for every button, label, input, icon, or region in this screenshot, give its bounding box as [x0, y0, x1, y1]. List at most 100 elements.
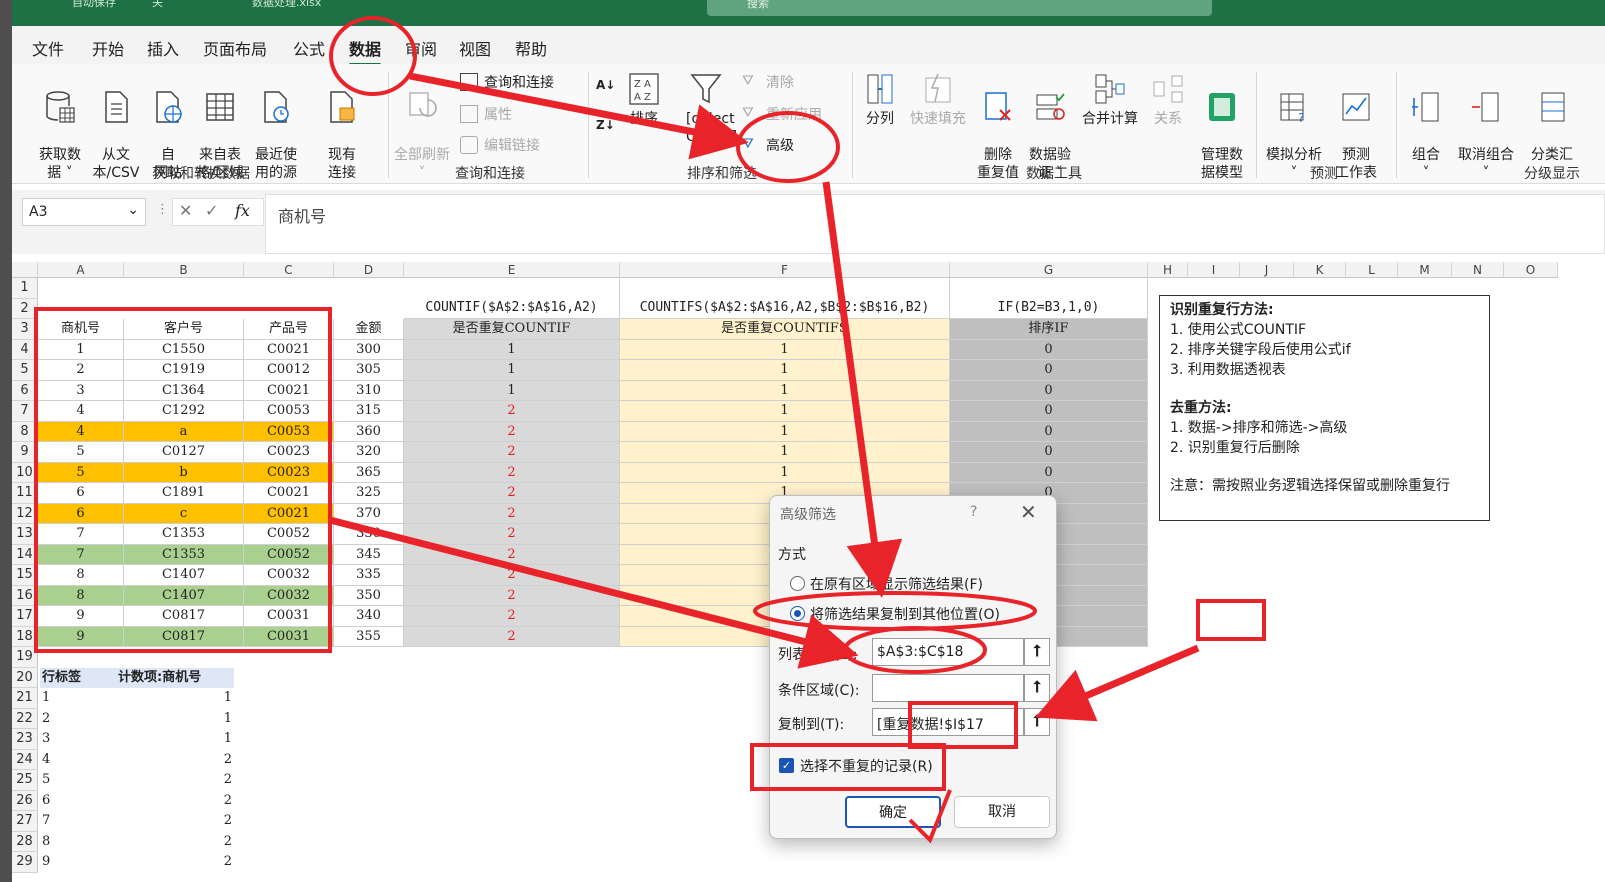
column-header[interactable]: N — [1452, 262, 1504, 278]
table-cell[interactable]: 6 — [38, 483, 124, 504]
table-cell[interactable]: C0031 — [244, 626, 334, 647]
tab-help[interactable]: 帮助 — [515, 36, 547, 60]
column-header[interactable]: C — [244, 262, 334, 278]
table-cell[interactable]: 300 — [334, 339, 404, 360]
row-header[interactable]: 21 — [12, 688, 38, 709]
row-header[interactable]: 5 — [12, 360, 38, 381]
row-header[interactable]: 24 — [12, 749, 38, 770]
table-cell[interactable]: 360 — [334, 421, 404, 442]
row-header[interactable]: 16 — [12, 585, 38, 606]
chevron-down-icon[interactable]: ⌄ — [127, 202, 139, 218]
table-cell[interactable]: 3 — [38, 380, 124, 401]
table-cell[interactable]: 2 — [404, 483, 620, 504]
copy-to-input[interactable]: [重复数据!$I$17 — [872, 708, 1024, 736]
clear-button[interactable]: ⛛ 清除 — [742, 72, 794, 92]
table-cell[interactable]: 2 — [404, 401, 620, 422]
pivot-row-value[interactable]: 1 — [118, 688, 232, 709]
table-cell[interactable]: 325 — [334, 483, 404, 504]
formula-input[interactable]: 商机号 — [265, 194, 1605, 254]
table-cell[interactable]: 9 — [38, 626, 124, 647]
pivot-row-key[interactable]: 8 — [42, 832, 122, 853]
table-cell[interactable]: 1 — [404, 360, 620, 381]
column-header[interactable]: J — [1240, 262, 1294, 278]
table-cell[interactable]: C1364 — [124, 380, 244, 401]
row-header[interactable]: 22 — [12, 708, 38, 729]
table-cell[interactable]: 2 — [404, 626, 620, 647]
cancel-button[interactable]: 取消 — [954, 796, 1050, 828]
row-header[interactable]: 3 — [12, 319, 38, 340]
table-cell[interactable]: C0032 — [244, 565, 334, 586]
table-cell[interactable]: 335 — [334, 565, 404, 586]
tab-file[interactable]: 文件 — [32, 36, 64, 60]
table-cell[interactable]: 0 — [950, 442, 1148, 463]
sort-button[interactable]: Z A A Z 排序 — [626, 72, 662, 128]
radio-copy-to[interactable] — [790, 606, 805, 621]
table-cell[interactable]: 350 — [334, 585, 404, 606]
tab-review[interactable]: 审阅 — [405, 36, 437, 60]
row-header[interactable]: 7 — [12, 401, 38, 422]
text-to-columns-button[interactable]: 分列 — [858, 72, 902, 128]
header-cell[interactable]: 排序IF — [950, 319, 1148, 340]
close-icon[interactable]: ✕ — [1020, 500, 1037, 524]
table-cell[interactable]: 1 — [620, 421, 950, 442]
row-header[interactable]: 26 — [12, 790, 38, 811]
header-cell[interactable]: 金额 — [334, 319, 404, 340]
select-all-corner[interactable] — [12, 262, 38, 278]
table-cell[interactable]: 345 — [334, 544, 404, 565]
table-cell[interactable]: 8 — [38, 585, 124, 606]
row-header[interactable]: 4 — [12, 339, 38, 360]
radio-in-place-label[interactable]: 在原有区域显示筛选结果(F) — [810, 574, 983, 594]
table-cell[interactable]: 7 — [38, 544, 124, 565]
tab-formulas[interactable]: 公式 — [293, 36, 325, 60]
advanced-filter-button[interactable]: ⛛ 高级 — [742, 135, 794, 155]
table-cell[interactable]: 1 — [404, 380, 620, 401]
table-cell[interactable]: 7 — [38, 524, 124, 545]
table-cell[interactable]: 320 — [334, 442, 404, 463]
pivot-row-key[interactable]: 3 — [42, 729, 122, 750]
pivot-row-value[interactable]: 2 — [118, 811, 232, 832]
formula-header-g[interactable]: IF(B2=B3,1,0) — [950, 278, 1148, 319]
column-header[interactable]: K — [1294, 262, 1346, 278]
table-cell[interactable]: 1 — [620, 401, 950, 422]
table-cell[interactable]: 2 — [404, 544, 620, 565]
row-header[interactable]: 23 — [12, 729, 38, 750]
table-cell[interactable]: 4 — [38, 401, 124, 422]
column-header[interactable]: I — [1188, 262, 1240, 278]
table-cell[interactable]: C1891 — [124, 483, 244, 504]
table-cell[interactable]: 0 — [950, 401, 1148, 422]
row-header[interactable]: 8 — [12, 421, 38, 442]
pivot-row-value[interactable]: 2 — [118, 750, 232, 771]
row-header[interactable]: 12 — [12, 503, 38, 524]
table-cell[interactable]: C1407 — [124, 585, 244, 606]
pivot-row-key[interactable]: 4 — [42, 750, 122, 771]
table-cell[interactable]: c — [124, 503, 244, 524]
pivot-count-label[interactable]: 计数项:商机号 — [118, 667, 234, 688]
column-header[interactable]: E — [404, 262, 620, 278]
table-cell[interactable]: 1 — [620, 442, 950, 463]
confirm-icon[interactable]: ✓ — [205, 201, 218, 220]
column-header[interactable]: O — [1504, 262, 1558, 278]
pivot-row-key[interactable]: 7 — [42, 811, 122, 832]
help-icon[interactable]: ? — [970, 504, 977, 520]
pivot-row-key[interactable]: 2 — [42, 709, 122, 730]
sort-asc-button[interactable]: A↓ — [596, 78, 615, 92]
table-cell[interactable]: C1550 — [124, 339, 244, 360]
table-cell[interactable]: 2 — [404, 585, 620, 606]
table-cell[interactable]: 305 — [334, 360, 404, 381]
table-cell[interactable]: 355 — [334, 626, 404, 647]
range-picker-icon[interactable]: ⭡ — [1024, 674, 1050, 702]
relationships-button[interactable]: 关系 — [1146, 72, 1190, 128]
table-cell[interactable]: 1 — [620, 380, 950, 401]
column-header[interactable]: H — [1148, 262, 1188, 278]
table-cell[interactable]: C0023 — [244, 462, 334, 483]
row-header[interactable]: 17 — [12, 606, 38, 627]
row-header[interactable]: 19 — [12, 647, 38, 668]
table-cell[interactable]: C1292 — [124, 401, 244, 422]
table-cell[interactable]: C0053 — [244, 401, 334, 422]
table-cell[interactable]: C0052 — [244, 544, 334, 565]
row-header[interactable]: 15 — [12, 565, 38, 586]
row-header[interactable]: 10 — [12, 462, 38, 483]
pivot-row-value[interactable]: 2 — [118, 791, 232, 812]
table-cell[interactable]: C0021 — [244, 503, 334, 524]
table-cell[interactable]: C0021 — [244, 483, 334, 504]
